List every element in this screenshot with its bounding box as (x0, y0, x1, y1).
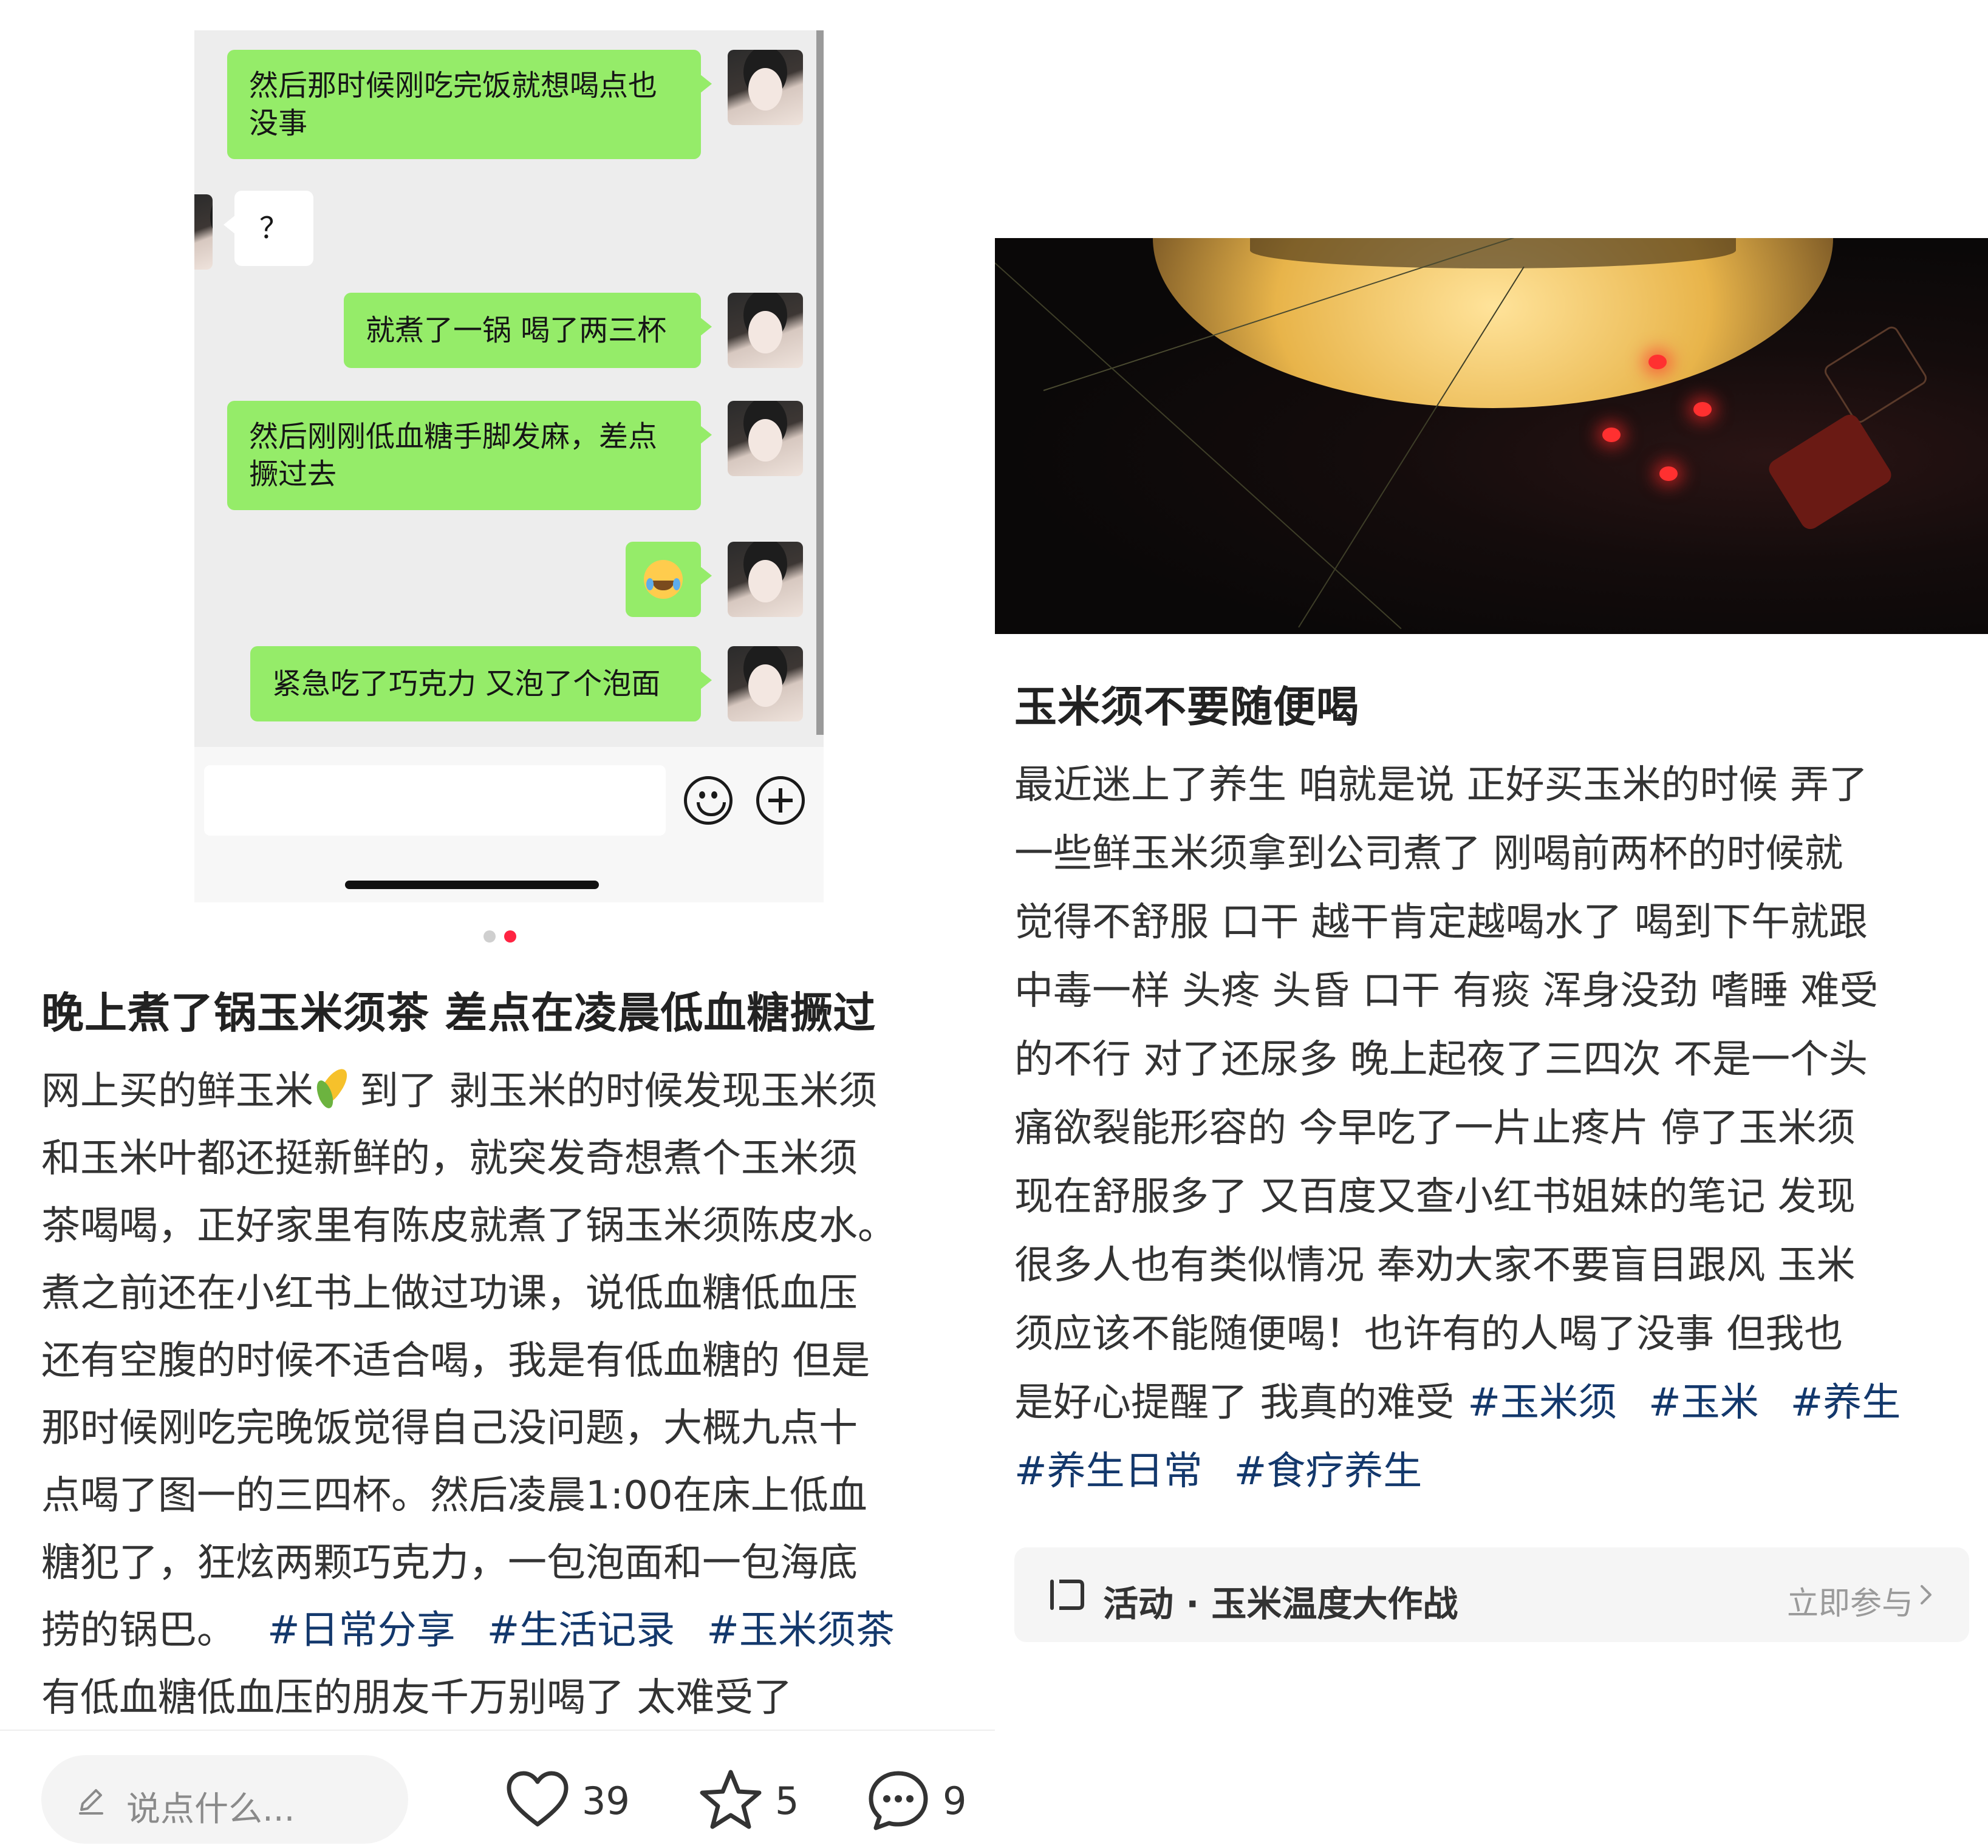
activity-label: 活动 · 玉米温度大作战 (1103, 1583, 1458, 1625)
post-body-line: 还有空腹的时候不适合喝，我是有低血糖的 但是 (41, 1338, 870, 1383)
post-body-line: 须应该不能随便喝！也许有的人喝了没事 但我也 (1014, 1312, 1843, 1357)
chat-bubble-text: 紧急吃了巧克力 又泡了个泡面 (272, 667, 661, 701)
post-body-line: 捞的锅巴。 #日常分享 #生活记录 #玉米须茶 (41, 1597, 977, 1665)
post-body-text: 到了 剥玉米的时候发现玉米须 (360, 1069, 878, 1114)
hashtag-link[interactable]: #日常分享 (267, 1608, 456, 1653)
chat-bubble-me: 然后刚刚低血糖手脚发麻，差点 撅过去 (227, 401, 712, 510)
post-title: 玉米须不要随便喝 (1014, 682, 1359, 732)
chat-input-field (204, 765, 666, 836)
chat-bubble-text: 然后那时候刚吃完饭就想喝点也 没事 (249, 69, 658, 140)
post-body-line: 中毒一样 头疼 头昏 口干 有痰 浑身没劲 嗜睡 难受 (1014, 969, 1879, 1014)
indicator-light (1659, 466, 1678, 481)
comment-input[interactable]: 说点什么... (41, 1755, 408, 1844)
chat-bubble-me: 然后那时候刚吃完饭就想喝点也 没事 (227, 50, 712, 159)
hashtag-link[interactable]: #玉米须茶 (706, 1608, 895, 1653)
chat-bubble-text: ？ (259, 211, 289, 245)
chat-avatar (728, 50, 803, 125)
corn-emoji-icon (313, 1064, 360, 1110)
post-body-line: 一些鲜玉米须拿到公司煮了 刚喝前两杯的时候就 (1014, 831, 1843, 876)
post-body-line: 很多人也有类似情况 奉劝大家不要盲目跟风 玉米 (1014, 1243, 1856, 1288)
laughing-tears-emoji-icon (644, 560, 683, 599)
like-count: 39 (582, 1778, 630, 1823)
emoji-icon (684, 776, 733, 825)
post-body: 最近迷上了养生 咱就是说 正好买玉米的时候 弄了 一些鲜玉米须拿到公司煮了 刚喝… (1014, 751, 1974, 1506)
post-body-line: 和玉米叶都还挺新鲜的，就突发奇想煮个玉米须 (41, 1136, 858, 1181)
post-body-line: 有低血糖低血压的朋友千万别喝了 太难受了 (41, 1676, 793, 1720)
plus-icon (756, 776, 805, 825)
post-body-line: 那时候刚吃完晚饭觉得自己没问题，大概九点十 (41, 1406, 858, 1451)
collect-count: 5 (775, 1778, 799, 1823)
comment-count: 9 (943, 1778, 967, 1823)
chat-bubble-me: 紧急吃了巧克力 又泡了个泡面 (250, 646, 712, 721)
cooker-button-shape (1765, 411, 1895, 533)
post-body-text: 是好心提醒了 我真的难受 (1014, 1380, 1455, 1425)
collect-button[interactable]: 5 (697, 1767, 799, 1834)
cooker-photo (995, 238, 1988, 634)
hashtag-link[interactable]: #生活记录 (487, 1608, 675, 1653)
activity-icon (1050, 1580, 1084, 1610)
activity-card[interactable]: 活动 · 玉米温度大作战 立即参与 (1014, 1547, 1969, 1642)
chat-bubble-other: ？ (224, 191, 313, 266)
post-body-line: 觉得不舒服 口干 越干肯定越喝水了 喝到下午就跟 (1014, 900, 1868, 945)
hashtag-link[interactable]: #玉米 (1648, 1380, 1759, 1425)
hashtag-link[interactable]: #养生日常 (1014, 1449, 1203, 1494)
chat-bubble-me (626, 542, 712, 617)
chat-avatar (728, 401, 803, 476)
chat-avatar (728, 542, 803, 617)
chat-bubble-me: 就煮了一锅 喝了两三杯 (344, 293, 712, 368)
cooker-button-shape (1822, 324, 1930, 426)
chevron-right-icon (1921, 1585, 1932, 1604)
post-body-line: 最近迷上了养生 咱就是说 正好买玉米的时候 弄了 (1014, 763, 1868, 808)
post-body-text: 捞的锅巴。 (41, 1608, 236, 1653)
carousel-dot[interactable] (483, 930, 496, 943)
like-button[interactable]: 39 (504, 1767, 630, 1834)
post-body-line: 煮之前还在小红书上做过功课，说低血糖低血压 (41, 1271, 858, 1316)
post-title: 晚上煮了锅玉米须茶 差点在凌晨低血糖撅过 (41, 988, 876, 1038)
post-body-line: 现在舒服多了 又百度又查小红书姐妹的笔记 发现 (1014, 1175, 1856, 1219)
carousel-dot-active[interactable] (504, 930, 516, 943)
chat-input-bar (194, 747, 824, 902)
activity-join-link[interactable]: 立即参与 (1787, 1578, 1913, 1623)
chat-bubble-icon (869, 1771, 928, 1830)
post-body-line: 网上买的鲜玉米 到了 剥玉米的时候发现玉米须 (41, 1058, 977, 1125)
pencil-icon (79, 1789, 103, 1815)
post-body-line: 是好心提醒了 我真的难受 #玉米须 #玉米 #养生 (1014, 1369, 1974, 1437)
chat-bubble-text: 就煮了一锅 喝了两三杯 (366, 313, 667, 347)
post-body: 网上买的鲜玉米 到了 剥玉米的时候发现玉米须 和玉米叶都还挺新鲜的，就突发奇想煮个… (41, 1058, 977, 1732)
right-post: 玉米须不要随便喝 最近迷上了养生 咱就是说 正好买玉米的时候 弄了 一些鲜玉米须… (995, 0, 1988, 1848)
left-post: 然后那时候刚吃完饭就想喝点也 没事 ？ 就煮了一锅 喝了两三杯 然后刚刚低血糖手… (0, 0, 995, 1848)
post-body-line: 的不行 对了还尿多 晚上起夜了三四次 不是一个头 (1014, 1037, 1868, 1082)
chat-bubble-text: 然后刚刚低血糖手脚发麻，差点 撅过去 (249, 420, 658, 491)
star-icon (700, 1770, 762, 1829)
hashtag-link[interactable]: #食疗养生 (1234, 1449, 1423, 1494)
chat-avatar (728, 646, 803, 721)
chat-screenshot-image: 然后那时候刚吃完饭就想喝点也 没事 ？ 就煮了一锅 喝了两三杯 然后刚刚低血糖手… (194, 30, 824, 902)
bottom-action-bar: 说点什么... 39 5 9 (0, 1731, 995, 1848)
carousel-dots[interactable] (483, 930, 516, 943)
hashtag-link[interactable]: #养生 (1791, 1380, 1901, 1425)
post-body-line: 茶喝喝，正好家里有陈皮就煮了锅玉米须陈皮水。 (41, 1204, 897, 1249)
post-body-text: 网上买的鲜玉米 (41, 1069, 313, 1114)
hashtag-link[interactable]: #玉米须 (1467, 1380, 1617, 1425)
post-body-line: 糖犯了，狂炫两颗巧克力，一包泡面和一包海底 (41, 1541, 858, 1586)
indicator-light (1602, 428, 1621, 442)
scrollbar-edge (816, 30, 824, 735)
post-body-line: 点喝了图一的三四杯。然后凌晨1:00在床上低血 (41, 1473, 867, 1518)
comment-placeholder: 说点什么... (126, 1790, 295, 1829)
chat-avatar (728, 293, 803, 368)
post-body-line: #养生日常 #食疗养生 (1014, 1437, 1974, 1506)
indicator-light (1693, 402, 1712, 417)
home-indicator (345, 881, 599, 889)
indicator-light (1648, 355, 1667, 369)
comment-button[interactable]: 9 (865, 1767, 966, 1834)
heart-icon (507, 1771, 569, 1827)
chat-avatar-other (194, 194, 213, 270)
post-body-line: 痛欲裂能形容的 今早吃了一片止疼片 停了玉米须 (1014, 1106, 1856, 1151)
